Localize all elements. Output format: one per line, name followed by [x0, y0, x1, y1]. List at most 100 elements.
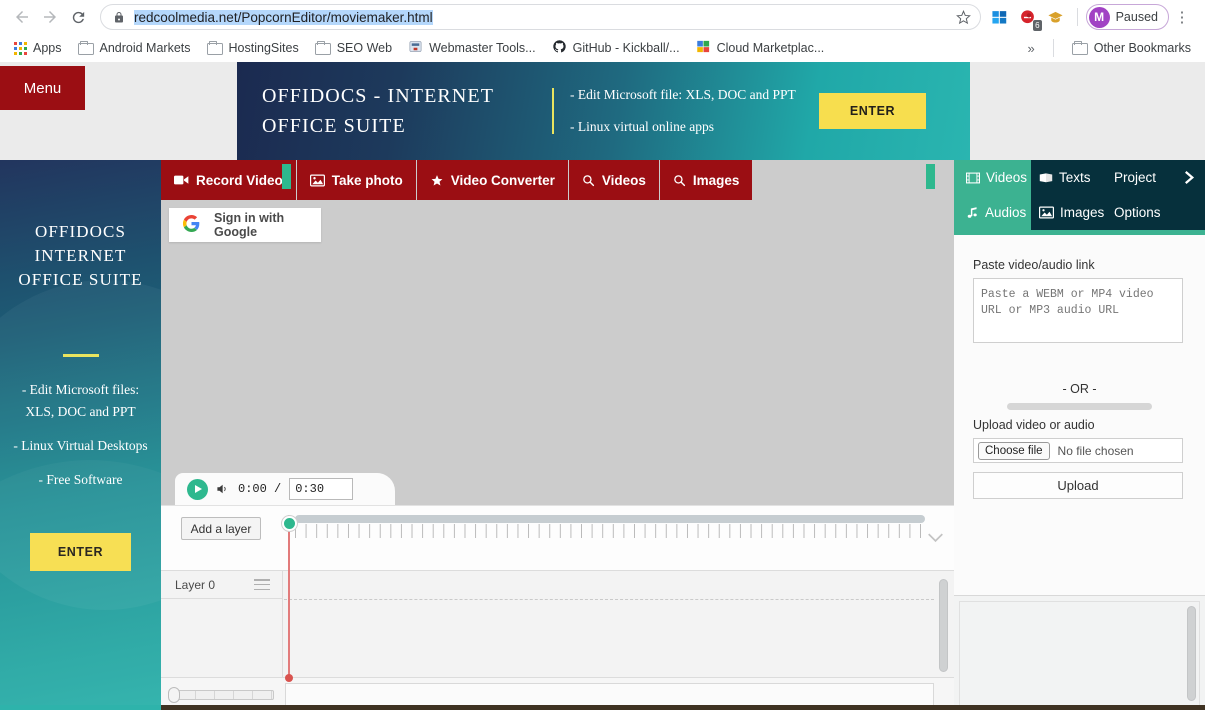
videos-search-button[interactable]: Videos	[569, 160, 660, 200]
windows-grid-extension-icon[interactable]	[987, 4, 1013, 30]
tab-audios[interactable]: Audios	[966, 195, 1026, 230]
video-converter-button[interactable]: Video Converter	[417, 160, 569, 200]
back-arrow-icon[interactable]	[8, 3, 36, 31]
no-file-chosen-label: No file chosen	[1058, 444, 1134, 458]
toolbar-label: Video Converter	[451, 173, 555, 188]
banner-bullet: - Edit Microsoft file: XLS, DOC and PPT	[570, 79, 815, 111]
reload-icon[interactable]	[64, 3, 92, 31]
choose-file-button[interactable]: Choose file	[978, 442, 1050, 460]
graduation-cap-extension-icon[interactable]	[1043, 4, 1069, 30]
sidebar-ad-bullet: - Free Software	[6, 469, 155, 491]
chrome-right-actions: 6 M Paused ⋮	[987, 4, 1197, 30]
sidebar-bottom-strip	[0, 705, 161, 710]
banner-enter-button[interactable]: ENTER	[819, 93, 926, 129]
take-photo-button[interactable]: Take photo	[297, 160, 417, 200]
omnibox[interactable]: redcoolmedia.net/PopcornEditor/moviemake…	[100, 4, 981, 30]
tab-videos[interactable]: Videos	[966, 160, 1027, 195]
player-tab: 0:00 / 0:30	[175, 473, 395, 505]
profile-status-label: Paused	[1116, 10, 1158, 24]
left-sidebar-ad[interactable]: OFFIDOCS INTERNET OFFICE SUITE - Edit Mi…	[0, 160, 161, 710]
tab-label: Options	[1114, 205, 1161, 220]
apps-grid-icon	[14, 42, 27, 55]
speaker-icon[interactable]	[216, 483, 230, 495]
bookmark-hosting-sites[interactable]: HostingSites	[199, 38, 307, 58]
add-layer-button[interactable]: Add a layer	[181, 517, 261, 540]
timeline-ruler[interactable]	[287, 515, 932, 545]
tab-label: Videos	[986, 170, 1027, 185]
paste-link-label: Paste video/audio link	[973, 258, 1186, 272]
toolbar-label: Images	[693, 173, 740, 188]
images-search-button[interactable]: Images	[660, 160, 754, 200]
tab-label: Project	[1114, 170, 1156, 185]
bookmark-label: GitHub - Kickball/...	[573, 41, 680, 55]
google-signin-button[interactable]: Sign in with Google	[169, 208, 321, 242]
folder-icon	[1072, 41, 1088, 55]
tab-texts[interactable]: Texts	[1039, 160, 1091, 195]
timeline-range-bar[interactable]	[285, 683, 934, 706]
bookmark-seo-web[interactable]: SEO Web	[307, 38, 400, 58]
playhead-dot[interactable]	[285, 674, 293, 682]
browser-menu-icon[interactable]: ⋮	[1171, 8, 1193, 26]
chevron-down-icon[interactable]	[927, 531, 944, 546]
github-icon	[552, 39, 567, 57]
tab-project[interactable]: Project	[1114, 160, 1156, 195]
zoom-slider-knob[interactable]	[168, 687, 180, 703]
toolbar-label: Take photo	[332, 173, 403, 188]
menu-button[interactable]: Menu	[0, 66, 85, 110]
banner-title: OFFIDOCS - INTERNET OFFICE SUITE	[262, 81, 552, 141]
layer-row-header[interactable]: Layer 0	[161, 571, 283, 599]
playhead-handle[interactable]	[282, 516, 297, 531]
zoom-slider[interactable]	[168, 687, 276, 702]
bookmark-label: Android Markets	[100, 41, 191, 55]
sidebar-ad-bullet: - Linux Virtual Desktops	[6, 435, 155, 457]
layer-track[interactable]	[284, 571, 934, 678]
tab-label: Images	[1060, 205, 1104, 220]
layer-sidebar-column	[161, 599, 283, 678]
sidebar-ad-bullets: - Edit Microsoft files: XLS, DOC and PPT…	[0, 379, 161, 491]
page-content: Menu OFFIDOCS - INTERNET OFFICE SUITE - …	[0, 62, 1205, 710]
star-icon[interactable]	[952, 10, 976, 25]
paste-link-input[interactable]	[973, 278, 1183, 343]
trim-handle-left[interactable]	[282, 164, 291, 189]
search-icon	[582, 174, 595, 187]
timeline-vertical-scrollbar[interactable]	[939, 579, 948, 672]
sidebar-enter-button[interactable]: ENTER	[30, 533, 131, 571]
panel-content: Paste video/audio link - OR - Upload vid…	[954, 235, 1205, 595]
play-icon[interactable]	[187, 479, 208, 500]
profile-chip[interactable]: M Paused	[1086, 4, 1169, 30]
tab-options[interactable]: Options	[1114, 195, 1161, 230]
bookmark-github[interactable]: GitHub - Kickball/...	[544, 36, 688, 60]
bookmark-webmaster-tools[interactable]: Webmaster Tools...	[400, 36, 544, 60]
offidocs-top-banner[interactable]: OFFIDOCS - INTERNET OFFICE SUITE - Edit …	[237, 62, 970, 160]
timeline-header: Add a layer	[161, 505, 954, 570]
bookmarks-right-group: » Other Bookmarks	[1020, 38, 1200, 58]
music-note-icon	[966, 206, 979, 219]
adblock-extension-icon[interactable]: 6	[1015, 4, 1041, 30]
record-video-button[interactable]: Record Video	[161, 160, 297, 200]
star-icon	[430, 174, 444, 187]
drag-handle-icon[interactable]	[254, 579, 270, 590]
upload-label: Upload video or audio	[973, 418, 1186, 432]
url-text[interactable]: redcoolmedia.net/PopcornEditor/moviemake…	[134, 10, 952, 25]
tab-label: Texts	[1059, 170, 1091, 185]
bookmark-apps[interactable]: Apps	[6, 38, 70, 58]
media-side-panel: Videos Audios Texts	[954, 160, 1205, 710]
forward-arrow-icon[interactable]	[36, 3, 64, 31]
bookmark-cloud-marketplace[interactable]: Cloud Marketplac...	[688, 36, 833, 60]
bookmark-label: HostingSites	[229, 41, 299, 55]
or-separator-label: - OR -	[973, 382, 1186, 396]
sidebar-ad-title: OFFIDOCS INTERNET OFFICE SUITE	[0, 220, 161, 292]
total-time-input[interactable]: 0:30	[289, 478, 353, 500]
file-input-row[interactable]: Choose file No file chosen	[973, 438, 1183, 463]
bookmarks-overflow-button[interactable]: »	[1020, 41, 1043, 56]
bookmark-label: Apps	[33, 41, 62, 55]
panel-horizontal-scrollbar[interactable]	[1007, 403, 1152, 410]
trim-handle-right[interactable]	[926, 164, 935, 189]
tab-images[interactable]: Images	[1039, 195, 1104, 230]
bookmark-other-bookmarks[interactable]: Other Bookmarks	[1064, 38, 1199, 58]
timeline-scrub-bar[interactable]	[295, 515, 925, 523]
panel-vertical-scrollbar[interactable]	[1187, 606, 1196, 701]
chevron-right-icon[interactable]	[1183, 170, 1196, 189]
upload-button[interactable]: Upload	[973, 472, 1183, 499]
bookmark-android-markets[interactable]: Android Markets	[70, 38, 199, 58]
